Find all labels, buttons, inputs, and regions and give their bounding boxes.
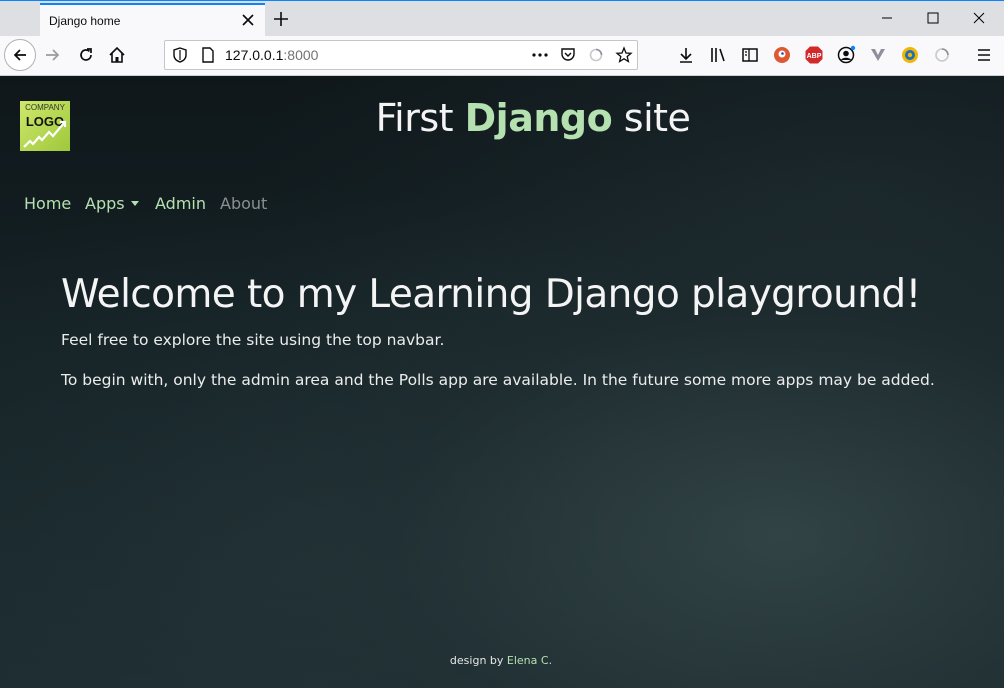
site-footer: design by Elena C. [0,654,1002,667]
url-text[interactable]: 127.0.0.1:8000 [225,47,318,63]
reload-icon[interactable] [76,45,96,65]
library-icon[interactable] [708,45,728,65]
page-icon[interactable] [199,46,217,64]
nav-about[interactable]: About [220,194,267,213]
tab-title: Django home [49,14,121,28]
site-title: First Django site [0,96,1004,140]
download-icon[interactable] [676,45,696,65]
tab-django-home[interactable]: Django home [40,3,265,37]
pocket-icon[interactable] [559,46,577,64]
new-tab-icon[interactable] [271,9,291,29]
close-tab-icon[interactable] [239,11,257,29]
loading-icon [935,48,949,62]
shield-icon[interactable] [171,46,189,64]
tab-strip: Django home [0,0,1004,37]
loading-icon [589,48,603,62]
menu-icon[interactable] [974,45,994,65]
more-icon[interactable] [531,46,549,64]
nav-home[interactable]: Home [24,194,71,213]
close-window-icon[interactable] [972,11,986,25]
minimize-icon[interactable] [880,11,894,25]
browser-toolbar: 127.0.0.1:8000 ABP [0,36,1004,76]
sidebar-icon[interactable] [740,45,760,65]
forward-icon[interactable] [43,45,63,65]
bookmark-star-icon[interactable] [615,46,633,64]
caret-down-icon [130,201,139,206]
site-title-accent: Django [464,96,613,140]
footer-author-link[interactable]: Elena C. [507,654,552,667]
nav-admin[interactable]: Admin [155,194,206,213]
welcome-heading: Welcome to my Learning Django playground… [61,272,921,317]
maximize-icon[interactable] [926,11,940,25]
site-title-prefix: First [375,96,465,140]
duckduckgo-icon[interactable] [772,45,792,65]
adblock-icon[interactable]: ABP [804,45,824,65]
nav-apps-dropdown[interactable]: Apps [85,194,139,213]
intro-paragraph: Feel free to explore the site using the … [61,331,445,349]
info-paragraph: To begin with, only the admin area and t… [61,371,935,389]
url-bar[interactable]: 127.0.0.1:8000 [164,40,638,70]
account-icon[interactable] [836,45,856,65]
site-title-suffix: site [612,96,691,140]
url-port: :8000 [283,47,319,63]
back-button[interactable] [4,39,36,71]
nav-apps-label: Apps [85,194,125,213]
vivaldi-icon[interactable] [868,45,888,65]
home-icon[interactable] [107,45,127,65]
back-icon [13,49,26,61]
page-viewport: COMPANY LOGO First Django site Home Apps… [0,76,1004,688]
extension-icon[interactable] [900,45,920,65]
adblock-label: ABP [807,53,822,60]
url-host: 127.0.0.1 [225,47,284,63]
footer-prefix: design by [449,654,507,667]
